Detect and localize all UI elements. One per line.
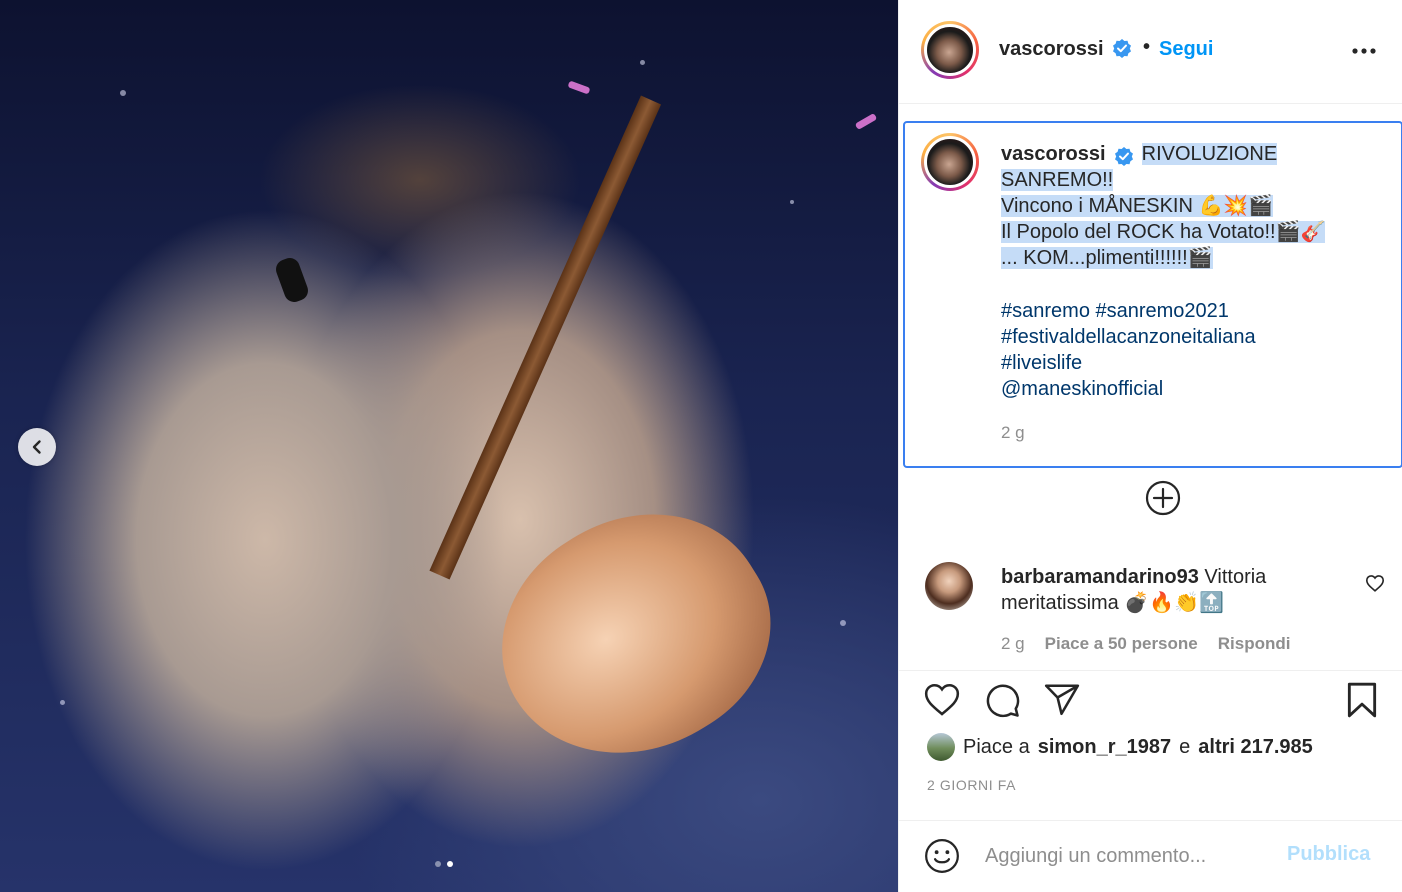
- comment-button[interactable]: [983, 681, 1021, 724]
- hashtag-link[interactable]: #sanremo #sanremo2021: [1001, 298, 1256, 324]
- chevron-left-icon: [32, 440, 41, 454]
- author-username[interactable]: vascorossi: [999, 38, 1104, 61]
- post-actions: Piace a simon_r_1987 e altri 217.985 2 G…: [899, 670, 1402, 820]
- comment-like-button[interactable]: [1365, 574, 1385, 597]
- caption-line: Vincono i MÅNESKIN 💪💥🎬: [1001, 195, 1274, 217]
- commenter-avatar[interactable]: [925, 562, 973, 610]
- comment-meta: 2 g Piace a 50 persone Rispondi: [1001, 634, 1290, 654]
- emoji-icon: [925, 839, 959, 873]
- verified-icon: [1115, 146, 1134, 166]
- comment-likes-link[interactable]: Piace a 50 persone: [1045, 634, 1198, 654]
- post-date[interactable]: 2 GIORNI FA: [927, 777, 1016, 793]
- photo-sparkle: [790, 200, 794, 204]
- like-button[interactable]: [923, 681, 961, 722]
- photo-sparkle: [840, 620, 846, 626]
- caption-text: vascorossi RIVOLUZIONE SANREMO!! Vincono…: [1001, 141, 1361, 271]
- author-avatar[interactable]: [921, 21, 979, 79]
- comment-age: 2 g: [1001, 634, 1025, 653]
- previous-slide-button[interactable]: [18, 428, 56, 466]
- liker-username[interactable]: simon_r_1987: [1038, 736, 1171, 759]
- caption-line: Il Popolo del ROCK ha Votato!!🎬🎸: [1001, 221, 1326, 243]
- caption-tags: #sanremo #sanremo2021 #festivaldellacanz…: [1001, 298, 1256, 402]
- photo-sparkle: [640, 60, 645, 65]
- slide-dot: [435, 861, 441, 867]
- guitar-body: [459, 465, 811, 805]
- commenter-username[interactable]: barbaramandarino93: [1001, 566, 1199, 588]
- share-button[interactable]: [1043, 681, 1081, 724]
- likes-joiner: e: [1179, 735, 1191, 758]
- verified-icon: [1113, 39, 1131, 58]
- likes-prefix: Piace a: [963, 735, 1030, 758]
- verified-badge: [1112, 38, 1132, 58]
- likes-summary: Piace a simon_r_1987 e altri 217.985: [927, 733, 1313, 761]
- caption-author-avatar[interactable]: [921, 133, 979, 191]
- reply-button[interactable]: Rispondi: [1218, 634, 1291, 654]
- photo-sparkle: [60, 700, 65, 705]
- more-options-button[interactable]: [1351, 42, 1377, 60]
- comment-input[interactable]: [985, 839, 1265, 873]
- post-header: vascorossi • Segui: [899, 0, 1402, 104]
- post-caption: vascorossi RIVOLUZIONE SANREMO!! Vincono…: [903, 121, 1402, 468]
- share-icon: [1044, 684, 1080, 716]
- add-circle-icon: [1145, 480, 1181, 516]
- emoji-button[interactable]: [923, 837, 961, 880]
- slide-indicator: [435, 861, 453, 867]
- hashtag-link[interactable]: #liveislife: [1001, 350, 1256, 376]
- mention-link[interactable]: @maneskinofficial: [1001, 376, 1256, 402]
- guitar-neck: [429, 95, 662, 580]
- caption-username[interactable]: vascorossi: [1001, 143, 1106, 165]
- add-comment-bar: Pubblica: [899, 820, 1402, 892]
- caption-line: ... KOM...plimenti!!!!!!🎬: [1001, 247, 1213, 269]
- hashtag-link[interactable]: #festivaldellacanzoneitaliana: [1001, 324, 1256, 350]
- likes-count-link[interactable]: altri 217.985: [1198, 736, 1313, 759]
- follow-button[interactable]: Segui: [1159, 38, 1213, 61]
- microphone: [273, 255, 311, 305]
- photo-sparkle: [120, 90, 126, 96]
- photo-confetti: [567, 80, 591, 95]
- comment-icon: [986, 684, 1020, 718]
- heart-icon: [1365, 575, 1385, 592]
- heart-icon: [924, 683, 960, 716]
- comment-item: barbaramandarino93 Vittoria meritatissim…: [899, 556, 1402, 666]
- follow-separator: •: [1143, 36, 1151, 58]
- publish-button[interactable]: Pubblica: [1287, 843, 1370, 866]
- liker-avatar[interactable]: [927, 733, 955, 761]
- slide-dot-active: [447, 861, 453, 867]
- comment-body: barbaramandarino93 Vittoria meritatissim…: [1001, 564, 1341, 616]
- save-button[interactable]: [1345, 681, 1379, 724]
- post-photo[interactable]: [0, 0, 898, 892]
- post-sidebar: vascorossi • Segui vascorossi RIVOLUZION…: [898, 0, 1402, 892]
- more-icon: [1352, 48, 1376, 54]
- bookmark-icon: [1347, 682, 1377, 718]
- load-more-comments-button[interactable]: [1145, 480, 1181, 521]
- caption-age: 2 g: [1001, 423, 1025, 442]
- photo-confetti: [854, 112, 878, 131]
